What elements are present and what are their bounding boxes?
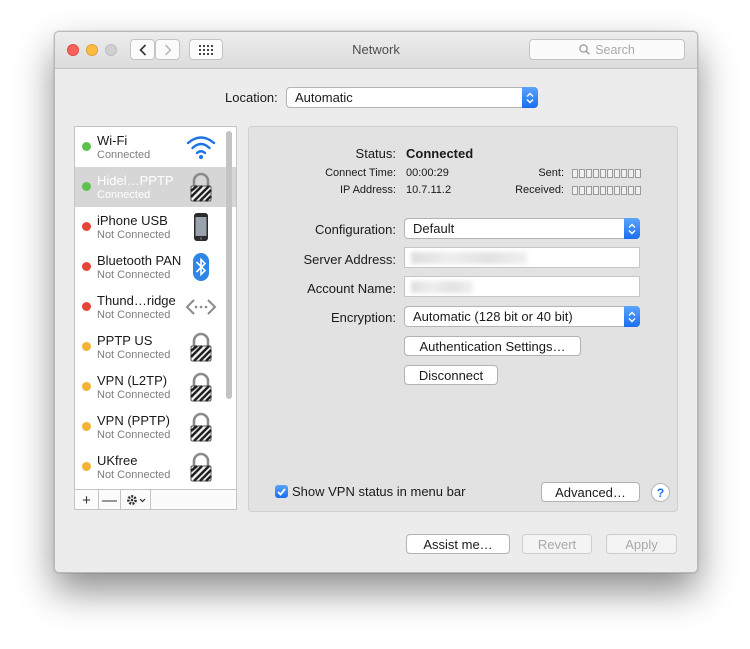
location-value: Automatic (295, 90, 353, 105)
ip-address-label: IP Address: (339, 184, 396, 196)
encryption-value: Automatic (128 bit or 40 bit) (413, 309, 573, 324)
thunderbolt-bridge-icon (185, 299, 217, 315)
apply-button[interactable]: Apply (606, 534, 677, 554)
configuration-value: Default (413, 221, 455, 236)
help-button[interactable]: ? (651, 483, 670, 502)
encryption-popup[interactable]: Automatic (128 bit or 40 bit) (404, 306, 640, 327)
service-name: Wi-Fi (97, 133, 128, 148)
service-item-thunderbolt-bridge[interactable]: Thund…ridge Not Connected (75, 287, 236, 327)
service-state: Connected (97, 149, 151, 161)
status-dot (82, 382, 91, 391)
status-dot (82, 422, 91, 431)
status-dot (82, 182, 91, 191)
service-state: Not Connected (97, 469, 171, 481)
status-label: Status: (355, 146, 396, 161)
sent-activity-meter (572, 169, 641, 178)
service-name: Thund…ridge (97, 293, 176, 308)
location-popup[interactable]: Automatic (286, 87, 538, 108)
service-state: Not Connected (97, 389, 171, 401)
service-item-ukfree[interactable]: UKfree Not Connected (75, 447, 236, 487)
gear-icon (126, 495, 145, 505)
lock-icon (190, 412, 212, 442)
disconnect-button[interactable]: Disconnect (404, 365, 498, 385)
advanced-button[interactable]: Advanced… (541, 482, 640, 502)
redacted-value (411, 281, 473, 293)
revert-button[interactable]: Revert (522, 534, 592, 554)
sidebar-toolbar: + — (75, 489, 236, 509)
service-state: Not Connected (97, 269, 171, 281)
show-vpn-status-label[interactable]: Show VPN status in menu bar (292, 484, 465, 499)
action-menu-button[interactable] (121, 490, 151, 509)
lock-icon (190, 452, 212, 482)
search-placeholder: Search (595, 42, 635, 57)
service-item-pptp-us[interactable]: PPTP US Not Connected (75, 327, 236, 367)
lock-icon (190, 332, 212, 362)
server-address-field[interactable] (404, 247, 640, 268)
updown-arrow-icon (624, 218, 640, 239)
service-item-iphone-usb[interactable]: iPhone USB Not Connected (75, 207, 236, 247)
add-service-button[interactable]: + (75, 490, 99, 509)
remove-service-button[interactable]: — (99, 490, 121, 509)
sent-label: Sent: (538, 167, 564, 179)
service-state: Not Connected (97, 309, 171, 321)
service-name: iPhone USB (97, 213, 168, 228)
service-name: PPTP US (97, 333, 153, 348)
bluetooth-icon (193, 253, 209, 281)
service-item-vpn-pptp[interactable]: VPN (PPTP) Not Connected (75, 407, 236, 447)
received-label: Received: (515, 184, 564, 196)
server-address-label: Server Address: (303, 252, 397, 267)
show-vpn-status-checkbox[interactable] (275, 485, 288, 498)
encryption-label: Encryption: (330, 310, 396, 325)
configuration-label: Configuration: (315, 222, 396, 237)
connect-time-label: Connect Time: (325, 167, 396, 179)
lock-icon (190, 172, 212, 202)
updown-arrow-icon (522, 87, 538, 108)
service-state: Not Connected (97, 429, 171, 441)
service-name: UKfree (97, 453, 138, 468)
location-label: Location: (225, 90, 278, 105)
status-dot (82, 342, 91, 351)
ip-address-value: 10.7.11.2 (406, 184, 452, 196)
received-activity-meter (572, 186, 641, 195)
search-field[interactable]: Search (529, 39, 685, 60)
title-bar: Network Search (55, 32, 697, 69)
service-item-bluetooth-pan[interactable]: Bluetooth PAN Not Connected (75, 247, 236, 287)
assist-me-button[interactable]: Assist me… (406, 534, 510, 554)
checkmark-icon (277, 487, 286, 496)
account-name-label: Account Name: (307, 281, 396, 296)
service-name: VPN (L2TP) (97, 373, 168, 388)
connect-time-value: 00:00:29 (406, 167, 449, 179)
configuration-popup[interactable]: Default (404, 218, 640, 239)
account-name-field[interactable] (404, 276, 640, 297)
service-name: Bluetooth PAN (97, 253, 182, 268)
wifi-icon (186, 136, 216, 159)
status-dot (82, 302, 91, 311)
service-name: VPN (PPTP) (97, 413, 170, 428)
service-state: Not Connected (97, 229, 171, 241)
service-state: Not Connected (97, 349, 171, 361)
lock-icon (190, 372, 212, 402)
status-dot (82, 142, 91, 151)
service-item-hidel-pptp[interactable]: Hidel…PPTP Connected (75, 167, 236, 207)
authentication-settings-button[interactable]: Authentication Settings… (404, 336, 581, 356)
updown-arrow-icon (624, 306, 640, 327)
sidebar-scrollbar[interactable] (226, 131, 232, 399)
service-item-vpn-l2tp[interactable]: VPN (L2TP) Not Connected (75, 367, 236, 407)
service-list[interactable]: Wi-Fi Connected Hidel…PPTP Connected iPh… (74, 126, 237, 510)
iphone-icon (194, 213, 208, 241)
search-icon (579, 44, 590, 55)
status-dot (82, 262, 91, 271)
vpn-detail-panel: Status: Connected Connect Time: 00:00:29… (248, 126, 678, 512)
status-dot (82, 462, 91, 471)
status-value: Connected (406, 146, 474, 161)
network-window: Network Search Location: Automatic Wi-Fi… (54, 31, 698, 573)
service-item-wifi[interactable]: Wi-Fi Connected (75, 127, 236, 167)
service-state: Connected (97, 189, 151, 201)
status-dot (82, 222, 91, 231)
service-name: Hidel…PPTP (97, 173, 174, 188)
redacted-value (411, 252, 527, 264)
